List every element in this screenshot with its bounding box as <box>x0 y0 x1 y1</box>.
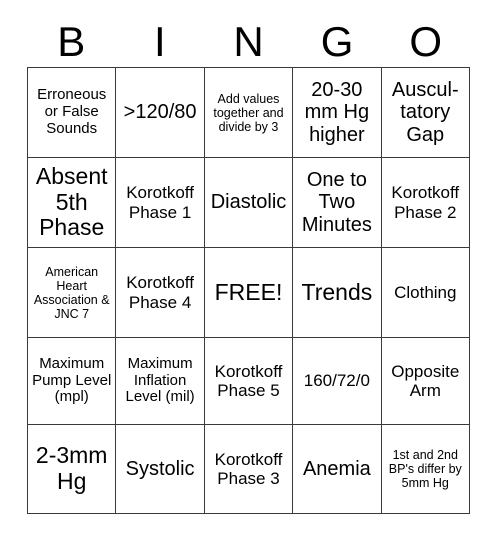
bingo-card: B I N G O Erroneous or False Sounds >120… <box>0 0 500 544</box>
bingo-cell[interactable]: >120/80 <box>115 67 205 158</box>
bingo-row: Absent 5th Phase Korotkoff Phase 1 Diast… <box>26 157 471 248</box>
bingo-cell[interactable]: Opposite Arm <box>380 337 471 425</box>
bingo-row: American Heart Association & JNC 7 Korot… <box>26 247 471 338</box>
bingo-cell[interactable]: American Heart Association & JNC 7 <box>26 247 117 338</box>
bingo-header-letter-g: G <box>320 18 354 65</box>
bingo-cell[interactable]: Absent 5th Phase <box>26 157 117 248</box>
bingo-header-letter-b: B <box>57 18 86 65</box>
bingo-cell[interactable]: 20-30 mm Hg higher <box>292 67 382 158</box>
bingo-header-letter-n: N <box>233 18 264 65</box>
bingo-cell[interactable]: Erroneous or False Sounds <box>26 67 117 158</box>
bingo-grid: Erroneous or False Sounds >120/80 Add va… <box>26 67 471 514</box>
bingo-cell[interactable]: Maximum Inflation Level (mil) <box>115 337 205 425</box>
bingo-cell[interactable]: Korotkoff Phase 5 <box>203 337 294 425</box>
bingo-header: B I N G O <box>27 18 470 66</box>
bingo-row: Erroneous or False Sounds >120/80 Add va… <box>26 67 471 158</box>
bingo-row: Maximum Pump Level (mpl) Maximum Inflati… <box>26 337 471 425</box>
bingo-cell[interactable]: Clothing <box>380 247 471 338</box>
bingo-cell[interactable]: 160/72/0 <box>292 337 382 425</box>
bingo-cell-free-space[interactable]: FREE! <box>203 247 294 338</box>
bingo-cell[interactable]: Add values together and divide by 3 <box>203 67 294 158</box>
bingo-cell[interactable]: One to Two Minutes <box>292 157 382 248</box>
bingo-cell[interactable]: Systolic <box>115 424 205 514</box>
bingo-cell[interactable]: 2-3mm Hg <box>26 424 117 514</box>
bingo-cell[interactable]: Anemia <box>292 424 382 514</box>
bingo-cell[interactable]: Korotkoff Phase 1 <box>115 157 205 248</box>
bingo-cell[interactable]: Korotkoff Phase 4 <box>115 247 205 338</box>
bingo-cell[interactable]: Trends <box>292 247 382 338</box>
bingo-cell[interactable]: Auscul-tatory Gap <box>380 67 471 158</box>
bingo-cell[interactable]: 1st and 2nd BP's differ by 5mm Hg <box>380 424 471 514</box>
bingo-row: 2-3mm Hg Systolic Korotkoff Phase 3 Anem… <box>26 424 471 514</box>
bingo-cell[interactable]: Korotkoff Phase 2 <box>380 157 471 248</box>
bingo-cell[interactable]: Diastolic <box>203 157 294 248</box>
bingo-header-letter-o: O <box>409 18 442 65</box>
bingo-cell[interactable]: Maximum Pump Level (mpl) <box>26 337 117 425</box>
bingo-cell[interactable]: Korotkoff Phase 3 <box>203 424 294 514</box>
bingo-header-letter-i: I <box>154 18 166 65</box>
